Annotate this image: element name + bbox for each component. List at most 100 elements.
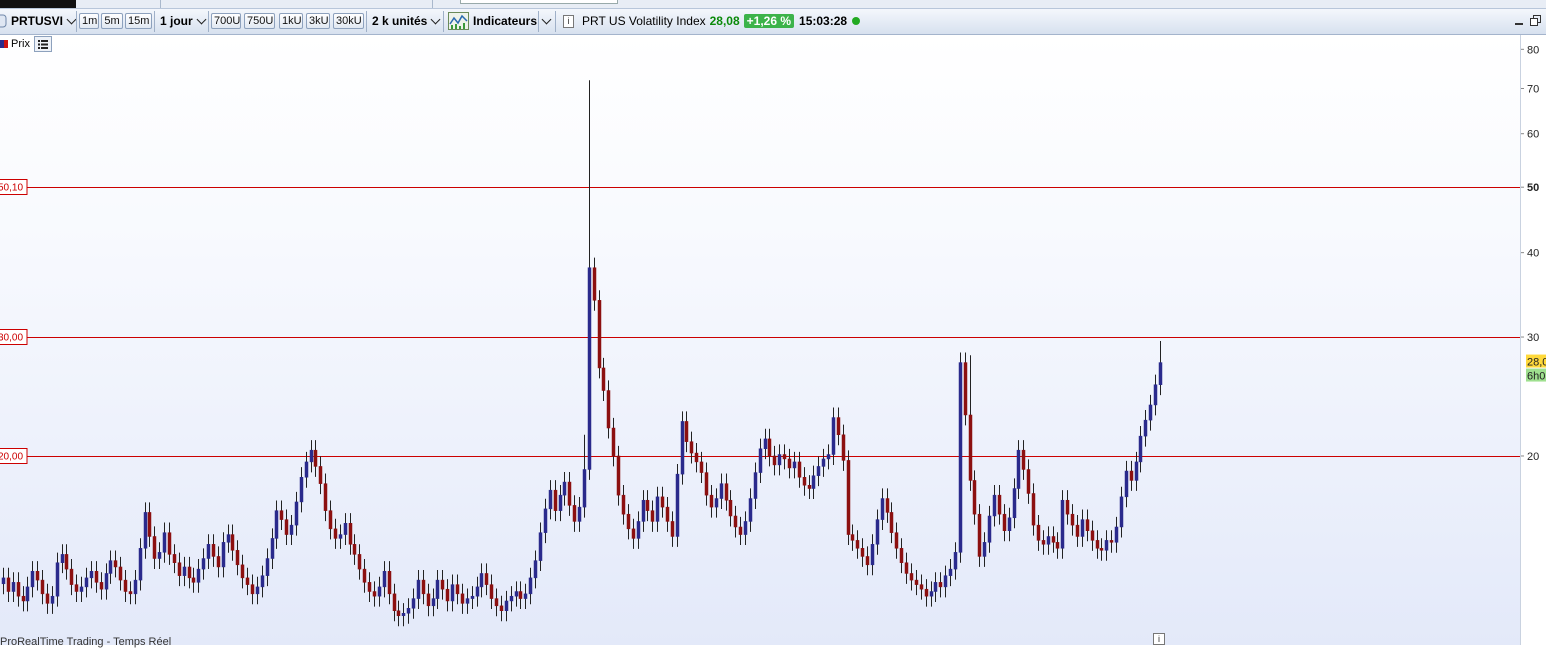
candle (55, 552, 60, 607)
candle-body (777, 454, 782, 466)
candle-body (162, 532, 167, 553)
indicators-dropdown[interactable] (541, 12, 552, 30)
candle-body (84, 577, 89, 588)
interval-15m-button[interactable]: 15m (125, 13, 152, 29)
price-axis[interactable]: 80 70 60 50 40 30 20 28,0 6h0 (1520, 35, 1546, 645)
interval-5m-button[interactable]: 5m (101, 13, 123, 29)
symbol-selector[interactable]: PRTUSVI (0, 12, 77, 30)
candle-body (1090, 530, 1095, 541)
candle (343, 513, 348, 546)
candle-body (977, 513, 982, 557)
candle (64, 544, 69, 580)
candle-body (475, 586, 480, 597)
candle (25, 576, 30, 612)
window-tab[interactable] (460, 0, 618, 4)
candle-body (811, 475, 816, 489)
candle (274, 500, 279, 549)
candle-body (782, 454, 787, 460)
candle-body (1060, 499, 1065, 549)
candle (294, 491, 299, 536)
interval-3ku-button[interactable]: 3kU (306, 13, 330, 29)
candle-body (992, 494, 997, 517)
candle (357, 544, 362, 580)
interval-700u-button[interactable]: 700U (211, 13, 241, 29)
candle-body (748, 498, 753, 522)
candle (797, 451, 802, 488)
info-icon[interactable]: i (563, 14, 574, 28)
candle (182, 556, 187, 587)
candle (553, 480, 558, 522)
candle (704, 462, 709, 506)
candle (1090, 520, 1095, 551)
candle (128, 581, 133, 605)
interval-1m-button[interactable]: 1m (79, 13, 99, 29)
candle (528, 567, 533, 605)
candle-body (16, 582, 21, 597)
candle-body (1148, 404, 1153, 421)
candle-body (123, 579, 128, 592)
candle-body (450, 584, 455, 602)
list-button[interactable] (33, 36, 52, 52)
interval-30ku-button[interactable]: 30kU (333, 13, 364, 29)
candle-body (216, 556, 221, 568)
candle-body (787, 458, 792, 469)
candle-body (699, 461, 704, 473)
candle-body (352, 544, 357, 555)
candle-body (230, 534, 235, 551)
indicators-button[interactable]: Indicateurs (448, 12, 537, 30)
interval-1ku-button[interactable]: 1kU (279, 13, 303, 29)
candle-body (611, 427, 616, 457)
chevron-down-icon (196, 14, 207, 24)
candle-body (889, 512, 894, 533)
candle (1134, 451, 1139, 491)
candle (133, 570, 138, 605)
candle-body (601, 367, 606, 391)
candle-body (128, 591, 133, 595)
candle-body (40, 579, 45, 595)
candle (240, 554, 245, 589)
price-chart[interactable]: 50,10 30,00 20,00 (0, 35, 1520, 645)
candle-body (104, 573, 109, 590)
candle-body (816, 466, 821, 476)
candle-body (328, 510, 333, 530)
candle (138, 538, 143, 591)
candle (972, 470, 977, 525)
candle (1031, 483, 1036, 536)
candle-body (924, 588, 929, 597)
candle (362, 559, 367, 593)
candle-body (304, 461, 309, 478)
candle (821, 448, 826, 477)
candle (567, 471, 572, 516)
candle (977, 504, 982, 567)
candle-body (1016, 449, 1021, 489)
candle (1026, 459, 1031, 504)
minimize-button[interactable] (1515, 12, 1523, 30)
units-selector[interactable]: 2 k unités (372, 12, 441, 30)
candle (99, 572, 104, 600)
candle-body (880, 498, 885, 520)
candle-body (270, 538, 275, 559)
window-corner (0, 0, 76, 8)
candle-body (362, 568, 367, 583)
candle (836, 407, 841, 446)
candle-body (1153, 384, 1158, 406)
candle (865, 546, 870, 576)
info-icon[interactable]: i (1153, 633, 1165, 645)
candle (748, 488, 753, 532)
interval-750u-button[interactable]: 750U (244, 13, 275, 29)
candle-body (626, 513, 631, 530)
candle (221, 532, 226, 578)
toolbar-divider (76, 11, 77, 32)
candle-body (948, 568, 953, 576)
candle (548, 480, 553, 520)
candle (846, 450, 851, 546)
restore-button[interactable] (1530, 12, 1542, 30)
candle (792, 451, 797, 479)
candle-body (802, 477, 807, 486)
timeframe-selector[interactable]: 1 jour (160, 12, 207, 30)
timeframe-label: 1 jour (160, 14, 193, 28)
candle (626, 504, 631, 540)
candle (885, 488, 890, 523)
candle (655, 486, 660, 532)
candle (479, 563, 484, 598)
